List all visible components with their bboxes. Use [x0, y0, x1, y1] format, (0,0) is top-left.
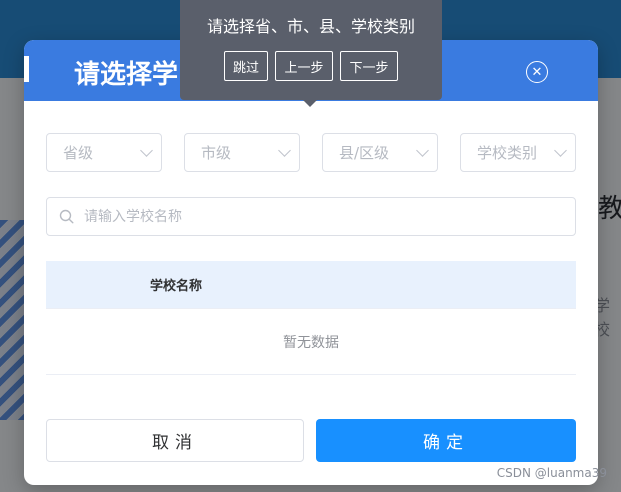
- cancel-button[interactable]: 取消: [46, 419, 304, 462]
- city-select[interactable]: 市级: [184, 133, 300, 172]
- table-header: 学校名称: [46, 261, 576, 309]
- guide-skip-button[interactable]: 跳过: [224, 51, 268, 81]
- table-empty-text: 暂无数据: [46, 309, 576, 375]
- guide-pointer: [302, 99, 318, 107]
- watermark: CSDN @luanma39: [496, 466, 607, 480]
- school-search-input[interactable]: [82, 207, 546, 226]
- city-select-placeholder: 市级: [201, 144, 232, 162]
- county-select-placeholder: 县/区级: [339, 144, 390, 162]
- guide-tooltip: 请选择省、市、县、学校类别 跳过 上一步 下一步: [180, 0, 442, 100]
- column-school-name: 学校名称: [150, 279, 203, 294]
- filter-row: 省级 市级 县/区级 学校类别: [46, 133, 576, 172]
- school-table: 学校名称 暂无数据: [46, 261, 576, 375]
- confirm-button[interactable]: 确定: [316, 419, 576, 462]
- title-accent-bar: [24, 56, 29, 82]
- chevron-down-icon: [416, 144, 429, 157]
- guide-next-button[interactable]: 下一步: [340, 51, 398, 81]
- guide-text: 请选择省、市、县、学校类别: [206, 17, 415, 36]
- dialog-title: 请选择学: [74, 60, 179, 90]
- school-search-box: [46, 197, 576, 236]
- close-icon[interactable]: ✕: [526, 61, 548, 83]
- school-type-select[interactable]: 学校类别: [460, 133, 576, 172]
- province-select[interactable]: 省级: [46, 133, 162, 172]
- school-type-select-placeholder: 学校类别: [477, 144, 538, 162]
- chevron-down-icon: [278, 144, 291, 157]
- guide-prev-button[interactable]: 上一步: [275, 51, 333, 81]
- chevron-down-icon: [140, 144, 153, 157]
- search-icon: [59, 209, 74, 224]
- county-select[interactable]: 县/区级: [322, 133, 438, 172]
- province-select-placeholder: 省级: [63, 144, 94, 162]
- chevron-down-icon: [554, 144, 567, 157]
